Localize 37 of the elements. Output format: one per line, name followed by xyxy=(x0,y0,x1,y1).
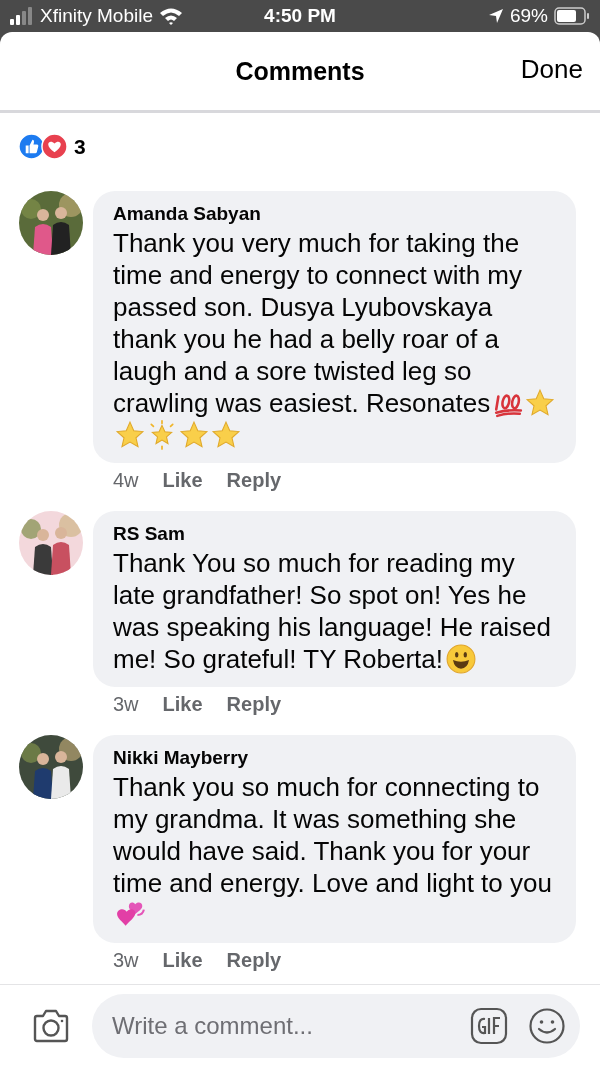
location-arrow-icon xyxy=(487,8,504,24)
like-reaction-icon xyxy=(18,133,45,160)
clock-time: 4:50 PM xyxy=(264,5,336,27)
glowing-star-icon xyxy=(147,420,177,450)
reply-link[interactable]: Reply xyxy=(226,693,282,716)
reply-link[interactable]: Reply xyxy=(226,469,282,492)
battery-percent: 69% xyxy=(509,5,548,27)
done-button[interactable]: Done xyxy=(520,54,583,85)
reply-link[interactable]: Reply xyxy=(226,949,282,972)
reaction-count: 3 xyxy=(74,134,86,159)
emoji-icon[interactable] xyxy=(528,1007,566,1045)
star-icon xyxy=(525,388,556,418)
wifi-icon xyxy=(159,7,183,25)
star-icon xyxy=(179,420,209,450)
comment-field[interactable]: Write a comment... xyxy=(92,994,580,1058)
like-link[interactable]: Like xyxy=(162,949,203,972)
author-name: Nikki Mayberry xyxy=(113,747,250,769)
gif-icon[interactable] xyxy=(470,1007,508,1045)
love-reaction-icon xyxy=(41,133,68,160)
comment-age: 3w xyxy=(113,693,139,716)
camera-icon[interactable] xyxy=(32,1009,70,1043)
author-name: Amanda Sabyan xyxy=(113,203,262,225)
sheet-title: Comments xyxy=(235,56,365,86)
author-name: RS Sam xyxy=(113,523,186,545)
star-icon xyxy=(115,420,145,450)
comment-age: 4w xyxy=(113,469,139,492)
comment-age: 3w xyxy=(113,949,139,972)
battery-icon xyxy=(554,7,590,25)
like-link[interactable]: Like xyxy=(162,469,203,492)
signal-icon xyxy=(10,7,34,25)
star-icon xyxy=(211,420,241,450)
smiley-icon xyxy=(446,644,476,674)
carrier-name: Xfinity Mobile xyxy=(40,5,153,27)
comment-text: Thank you so much for connecting to my grandma. It was something she would have said. Thank you for your time and energy. Love and light to you xyxy=(113,771,556,931)
comment-text: Thank You so much for reading my late grandfather! So spot on! Yes he was speaking his language! He raised me! So grateful! TY Roberta! xyxy=(113,547,552,675)
like-link[interactable]: Like xyxy=(162,693,203,716)
comment-text: Thank you very much for taking the time and energy to connect with my passed son. Dusya Lyubovskaya thank you he had a belly roar of a laugh and a sore twisted leg so crawling was easiest. Resonates xyxy=(113,227,556,451)
